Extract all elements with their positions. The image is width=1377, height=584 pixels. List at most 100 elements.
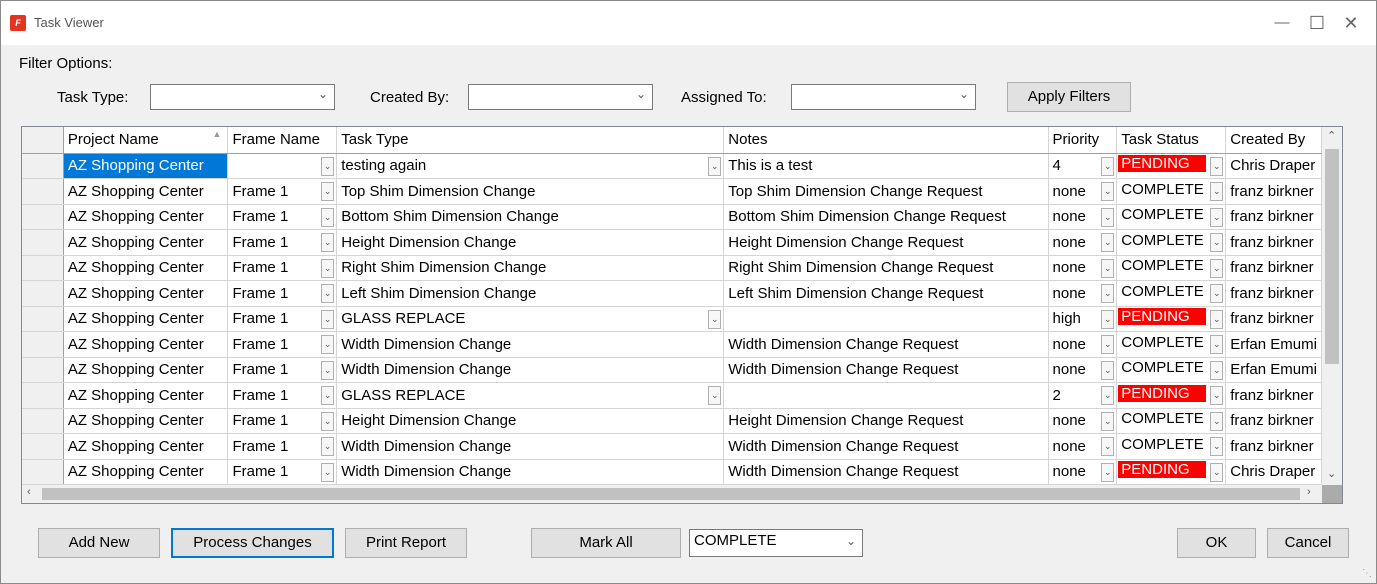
chevron-down-icon[interactable]: ⌄ (321, 437, 335, 456)
task-status-cell[interactable]: PENDING ⌄ (1116, 306, 1227, 332)
task-type-cell[interactable]: GLASS REPLACE ⌄ (336, 382, 725, 409)
project-name-cell[interactable]: AZ Shopping Center (63, 153, 229, 179)
notes-cell[interactable]: Right Shim Dimension Change Request (723, 255, 1049, 281)
chevron-down-icon[interactable]: ⌄ (1101, 462, 1115, 482)
chevron-down-icon[interactable]: ⌄ (1210, 182, 1224, 201)
chevron-down-icon[interactable]: ⌄ (1210, 360, 1224, 380)
created-by-cell[interactable]: franz birkner (1225, 306, 1322, 332)
table-row[interactable]: AZ Shopping Center Frame 1 ⌄ Bottom Shim Di… (22, 204, 1322, 230)
vertical-scroll-thumb[interactable] (1325, 149, 1339, 364)
created-by-cell[interactable]: franz birkner (1225, 178, 1322, 205)
task-type-cell[interactable]: Width Dimension Change (336, 459, 725, 485)
chevron-down-icon[interactable]: ⌄ (1210, 258, 1224, 278)
row-header-corner[interactable] (22, 127, 64, 154)
task-status-cell[interactable]: COMPLETE ⌄ (1116, 331, 1227, 358)
table-row[interactable]: AZ Shopping Center Frame 1 ⌄ Width Dimensio… (22, 331, 1322, 358)
column-header-frame-name[interactable]: Frame Name (227, 127, 338, 154)
row-header[interactable] (22, 357, 64, 383)
mark-all-button[interactable]: Mark All (531, 528, 681, 558)
chevron-down-icon[interactable]: ⌄ (1101, 284, 1115, 303)
frame-name-cell[interactable]: Frame 1 ⌄ (227, 459, 338, 485)
notes-cell[interactable]: This is a test (723, 153, 1049, 179)
project-name-cell[interactable]: AZ Shopping Center (63, 178, 229, 205)
priority-cell[interactable]: none ⌄ (1048, 357, 1118, 383)
project-name-cell[interactable]: AZ Shopping Center (63, 280, 229, 307)
task-type-cell[interactable]: Top Shim Dimension Change (336, 178, 725, 205)
chevron-down-icon[interactable]: ⌄ (1101, 386, 1115, 405)
chevron-down-icon[interactable]: ⌄ (1210, 462, 1224, 482)
add-new-button[interactable]: Add New (38, 528, 160, 558)
priority-cell[interactable]: none ⌄ (1048, 280, 1118, 307)
row-header[interactable] (22, 229, 64, 256)
task-status-cell[interactable]: COMPLETE ⌄ (1116, 229, 1227, 256)
column-header-created-by[interactable]: Created By (1225, 127, 1322, 154)
table-row[interactable]: AZ Shopping Center Frame 1 ⌄ GLASS REPLACE ⌄… (22, 382, 1322, 409)
priority-cell[interactable]: high ⌄ (1048, 306, 1118, 332)
frame-name-cell[interactable]: Frame 1 ⌄ (227, 382, 338, 409)
task-status-cell[interactable]: PENDING ⌄ (1116, 459, 1227, 485)
priority-cell[interactable]: 4 ⌄ (1048, 153, 1118, 179)
notes-cell[interactable]: Height Dimension Change Request (723, 408, 1049, 434)
task-status-cell[interactable]: PENDING ⌄ (1116, 153, 1227, 179)
task-status-cell[interactable]: COMPLETE ⌄ (1116, 433, 1227, 460)
task-type-combo[interactable]: ⌄ (150, 84, 335, 110)
scroll-right-icon[interactable]: › (1307, 486, 1311, 498)
close-button[interactable]: ✕ (1328, 9, 1374, 37)
table-row[interactable]: AZ Shopping Center ⌄ testing again ⌄ This is… (22, 153, 1322, 179)
chevron-down-icon[interactable]: ⌄ (1101, 207, 1115, 227)
chevron-down-icon[interactable]: ⌄ (1210, 284, 1224, 303)
chevron-down-icon[interactable]: ⌄ (1210, 335, 1224, 354)
task-type-cell[interactable]: Height Dimension Change (336, 229, 725, 256)
chevron-down-icon[interactable]: ⌄ (1101, 360, 1115, 380)
chevron-down-icon[interactable]: ⌄ (321, 335, 335, 354)
chevron-down-icon[interactable]: ⌄ (1101, 411, 1115, 431)
project-name-cell[interactable]: AZ Shopping Center (63, 331, 229, 358)
row-header[interactable] (22, 433, 64, 460)
table-row[interactable]: AZ Shopping Center Frame 1 ⌄ Width Dimensio… (22, 433, 1322, 460)
created-by-cell[interactable]: Erfan Emumi (1225, 357, 1322, 383)
row-header[interactable] (22, 255, 64, 281)
notes-cell[interactable]: Bottom Shim Dimension Change Request (723, 204, 1049, 230)
mark-all-status-combo[interactable]: COMPLETE ⌄ (689, 529, 863, 557)
chevron-down-icon[interactable]: ⌄ (1101, 437, 1115, 456)
notes-cell[interactable]: Height Dimension Change Request (723, 229, 1049, 256)
notes-cell[interactable]: Top Shim Dimension Change Request (723, 178, 1049, 205)
frame-name-cell[interactable]: Frame 1 ⌄ (227, 408, 338, 434)
chevron-down-icon[interactable]: ⌄ (708, 156, 722, 176)
project-name-cell[interactable]: AZ Shopping Center (63, 306, 229, 332)
vertical-scrollbar[interactable]: ⌃ ⌄ (1322, 127, 1342, 485)
row-header[interactable] (22, 153, 64, 179)
project-name-cell[interactable]: AZ Shopping Center (63, 229, 229, 256)
created-by-cell[interactable]: Chris Draper (1225, 459, 1322, 485)
chevron-down-icon[interactable]: ⌄ (321, 284, 335, 303)
task-status-cell[interactable]: PENDING ⌄ (1116, 382, 1227, 409)
chevron-down-icon[interactable]: ⌄ (321, 360, 335, 380)
chevron-down-icon[interactable]: ⌄ (321, 462, 335, 482)
frame-name-cell[interactable]: Frame 1 ⌄ (227, 280, 338, 307)
chevron-down-icon[interactable]: ⌄ (1101, 335, 1115, 354)
task-status-cell[interactable]: COMPLETE ⌄ (1116, 178, 1227, 205)
cancel-button[interactable]: Cancel (1267, 528, 1349, 558)
horizontal-scrollbar[interactable]: ‹ › (22, 485, 1322, 503)
created-by-cell[interactable]: franz birkner (1225, 382, 1322, 409)
task-status-cell[interactable]: COMPLETE ⌄ (1116, 204, 1227, 230)
priority-cell[interactable]: none ⌄ (1048, 255, 1118, 281)
process-changes-button[interactable]: Process Changes (171, 528, 334, 558)
scroll-left-icon[interactable]: ‹ (27, 486, 31, 498)
priority-cell[interactable]: none ⌄ (1048, 459, 1118, 485)
table-row[interactable]: AZ Shopping Center Frame 1 ⌄ Top Shim Dimen… (22, 178, 1322, 205)
table-row[interactable]: AZ Shopping Center Frame 1 ⌄ Left Shim Dime… (22, 280, 1322, 307)
notes-cell[interactable]: Width Dimension Change Request (723, 433, 1049, 460)
task-status-cell[interactable]: COMPLETE ⌄ (1116, 280, 1227, 307)
column-header-notes[interactable]: Notes (723, 127, 1049, 154)
scroll-up-icon[interactable]: ⌃ (1327, 129, 1336, 142)
table-row[interactable]: AZ Shopping Center Frame 1 ⌄ Height Dimensi… (22, 408, 1322, 434)
notes-cell[interactable]: Width Dimension Change Request (723, 459, 1049, 485)
chevron-down-icon[interactable]: ⌄ (1210, 411, 1224, 431)
row-header[interactable] (22, 306, 64, 332)
priority-cell[interactable]: none ⌄ (1048, 331, 1118, 358)
row-header[interactable] (22, 204, 64, 230)
row-header[interactable] (22, 459, 64, 485)
chevron-down-icon[interactable]: ⌄ (1101, 309, 1115, 329)
frame-name-cell[interactable]: Frame 1 ⌄ (227, 255, 338, 281)
